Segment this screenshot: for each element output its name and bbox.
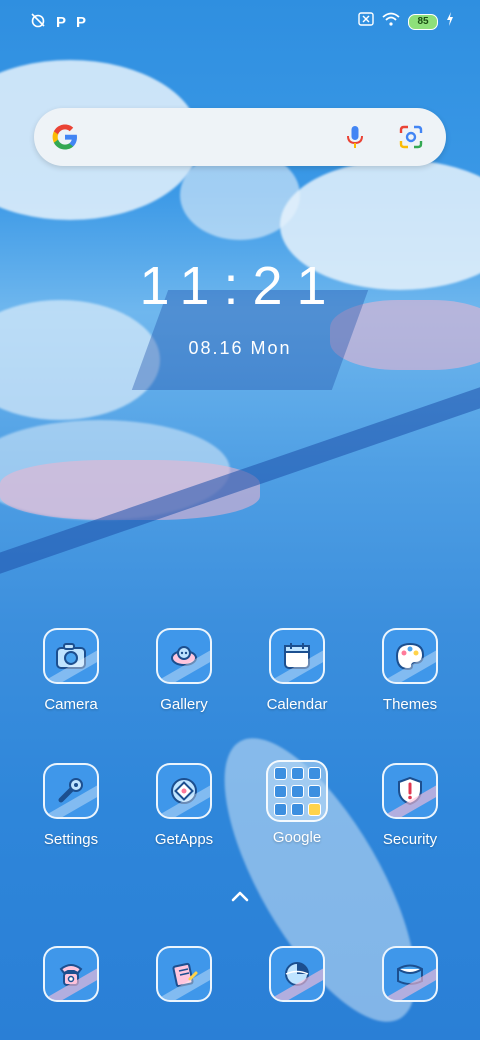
sim-off-icon xyxy=(358,12,374,31)
dock-notes[interactable] xyxy=(129,946,239,1002)
status-bar: P P 85 xyxy=(0,0,480,40)
phone-icon xyxy=(43,946,99,1002)
app-security[interactable]: Security xyxy=(355,763,465,848)
app-settings[interactable]: Settings xyxy=(16,763,126,848)
lens-icon[interactable] xyxy=(396,122,426,152)
app-label: Google xyxy=(272,829,322,846)
app-calendar[interactable]: Calendar xyxy=(242,628,352,713)
app-label: Calendar xyxy=(266,696,328,713)
themes-icon xyxy=(382,628,438,684)
browser-icon xyxy=(269,946,325,1002)
wifi-icon xyxy=(382,12,400,31)
app-label: Themes xyxy=(382,696,438,713)
google-folder-icon xyxy=(266,760,328,822)
dock-messages[interactable] xyxy=(355,946,465,1002)
wallpaper-cloud xyxy=(0,300,160,420)
clock-time[interactable]: 11:21 xyxy=(0,255,480,317)
messages-icon xyxy=(382,946,438,1002)
google-g-icon xyxy=(50,122,80,152)
battery-icon: 85 xyxy=(408,13,438,30)
app-camera[interactable]: Camera xyxy=(16,628,126,713)
calendar-icon xyxy=(269,628,325,684)
app-google-folder[interactable]: Google xyxy=(242,760,352,846)
app-label: Security xyxy=(382,831,438,848)
app-label: GetApps xyxy=(154,831,214,848)
camera-icon xyxy=(43,628,99,684)
getapps-icon xyxy=(156,763,212,819)
app-gallery[interactable]: Gallery xyxy=(129,628,239,713)
app-getapps[interactable]: GetApps xyxy=(129,763,239,848)
app-label: Gallery xyxy=(160,696,208,713)
settings-icon xyxy=(43,763,99,819)
alarm-off-icon xyxy=(30,12,46,32)
google-search-bar[interactable] xyxy=(34,108,446,166)
gallery-icon xyxy=(156,628,212,684)
dock-browser[interactable] xyxy=(242,946,352,1002)
p-icon: P xyxy=(56,13,67,31)
app-themes[interactable]: Themes xyxy=(355,628,465,713)
p-icon: P xyxy=(76,13,87,31)
home-screen: P P 85 11:21 08.16 Mon Camera Gallery Ca… xyxy=(0,0,480,1040)
chevron-up-icon[interactable] xyxy=(228,886,252,906)
app-label: Settings xyxy=(43,831,99,848)
notes-icon xyxy=(156,946,212,1002)
charging-icon xyxy=(446,12,454,31)
dock-phone[interactable] xyxy=(16,946,126,1002)
clock-date: 08.16 Mon xyxy=(188,338,292,358)
mic-icon[interactable] xyxy=(340,122,370,152)
security-icon xyxy=(382,763,438,819)
app-label: Camera xyxy=(44,696,98,713)
